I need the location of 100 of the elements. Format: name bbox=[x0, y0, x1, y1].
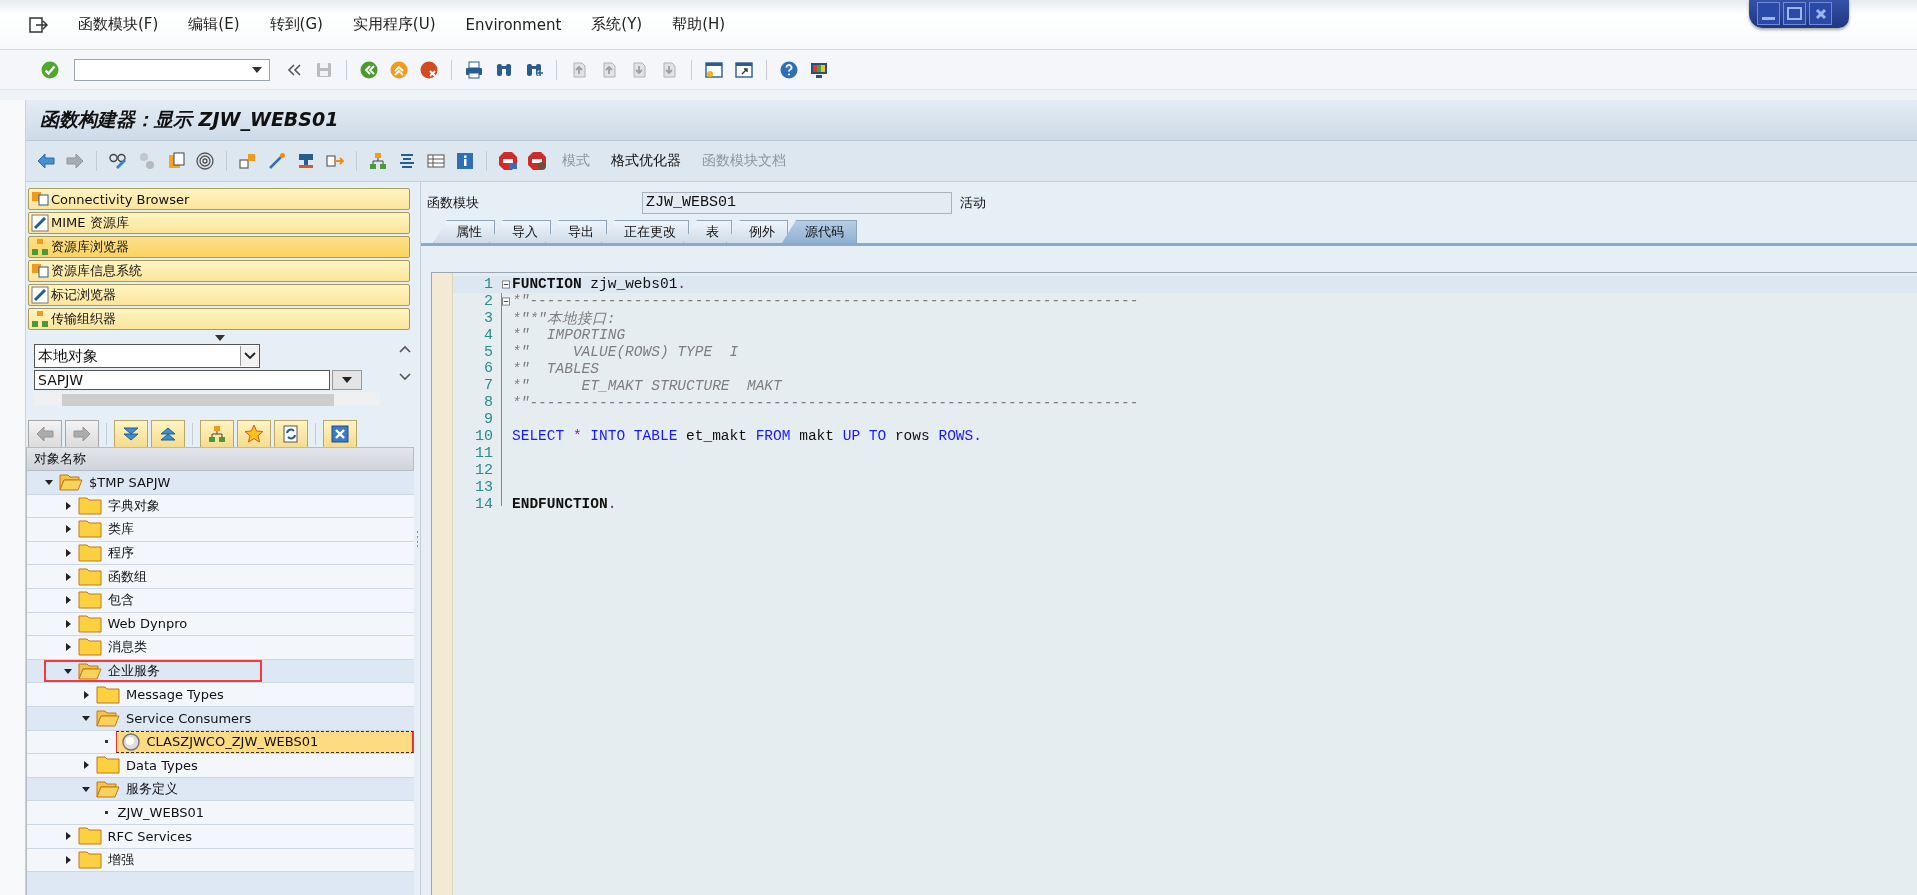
tab[interactable]: 导入 bbox=[489, 220, 551, 243]
command-field[interactable] bbox=[74, 58, 270, 81]
list-lines-icon[interactable] bbox=[397, 151, 417, 171]
clipboard-icon[interactable] bbox=[166, 151, 186, 171]
tree-item[interactable]: RFC Services bbox=[105, 827, 195, 845]
navigation-button[interactable]: MIME 资源库 bbox=[28, 212, 410, 234]
caret-down-icon[interactable] bbox=[82, 714, 90, 723]
tree-item[interactable]: 类库 bbox=[105, 519, 136, 540]
tree-item[interactable]: Data Types bbox=[124, 756, 200, 774]
caret-right-icon[interactable] bbox=[63, 572, 72, 581]
table-icon[interactable] bbox=[426, 151, 446, 171]
caret-down-icon[interactable] bbox=[63, 667, 72, 676]
help-icon[interactable] bbox=[779, 59, 799, 80]
shortcut-icon[interactable] bbox=[734, 59, 754, 80]
tree-item[interactable]: CLASZJWCO_ZJW_WEBS01 bbox=[115, 730, 414, 754]
menu-item[interactable]: 帮助(H) bbox=[672, 15, 726, 34]
toolbar-button[interactable]: 格式优化器 bbox=[603, 152, 689, 170]
collapse-icon[interactable] bbox=[502, 279, 510, 289]
menu-item[interactable]: 实用程序(U) bbox=[352, 15, 436, 34]
caret-right-icon[interactable] bbox=[63, 619, 72, 628]
menu-item[interactable]: Environment bbox=[465, 15, 562, 34]
menu-item[interactable]: 函数模块(F) bbox=[78, 15, 159, 34]
caret-right-icon[interactable] bbox=[63, 643, 72, 652]
tool-icon bbox=[31, 238, 49, 256]
folder-icon bbox=[77, 496, 102, 515]
stamp-icon[interactable] bbox=[296, 151, 316, 171]
dropdown-button[interactable] bbox=[332, 370, 362, 390]
caret-icon[interactable] bbox=[251, 65, 263, 74]
tree-item[interactable]: 消息类 bbox=[105, 637, 149, 658]
collapse-icon[interactable] bbox=[502, 296, 510, 306]
spiral-icon[interactable] bbox=[195, 151, 215, 171]
tree-item[interactable]: 字典对象 bbox=[105, 495, 162, 516]
tree-item[interactable]: Service Consumers bbox=[124, 709, 254, 727]
cancel-icon[interactable] bbox=[419, 59, 439, 80]
menu-item[interactable]: 转到(G) bbox=[269, 15, 323, 34]
tree-item[interactable]: Web Dynpro bbox=[105, 615, 190, 633]
tree-item[interactable]: 服务定义 bbox=[124, 779, 180, 799]
navigation-button[interactable]: 传输组织器 bbox=[28, 308, 410, 330]
code-line: *" IMPORTING bbox=[512, 327, 626, 344]
navigation-button[interactable]: 资源库浏览器 bbox=[28, 236, 410, 258]
tab[interactable]: 属性 bbox=[433, 220, 495, 243]
caret-down-icon[interactable] bbox=[82, 785, 90, 793]
menu-item[interactable]: 系统(Y) bbox=[591, 15, 643, 34]
menu-item[interactable]: 编辑(E) bbox=[188, 15, 240, 34]
field-label: 函数模块 bbox=[427, 194, 480, 212]
bullet-icon bbox=[104, 811, 108, 815]
wand-icon[interactable] bbox=[267, 151, 287, 171]
arrow-left-icon[interactable] bbox=[36, 151, 56, 171]
hierarchy-icon[interactable] bbox=[207, 424, 227, 444]
navigation-button[interactable]: Connectivity Browser bbox=[28, 188, 410, 210]
stop-screen-icon[interactable] bbox=[498, 151, 518, 171]
star-icon[interactable] bbox=[244, 424, 264, 444]
hierarchy-icon[interactable] bbox=[368, 151, 388, 171]
caret-right-icon[interactable] bbox=[82, 761, 90, 770]
function-module-field[interactable]: ZJW_WEBS01 bbox=[642, 192, 952, 214]
navigation-button[interactable]: 标记浏览器 bbox=[28, 284, 410, 306]
close-box-icon[interactable] bbox=[330, 424, 350, 444]
menu-icon[interactable] bbox=[28, 15, 48, 34]
caret-right-icon[interactable] bbox=[63, 855, 72, 864]
minimize-button[interactable] bbox=[1757, 2, 1780, 25]
caret-right-icon[interactable] bbox=[82, 690, 90, 699]
caret-down-icon[interactable] bbox=[45, 478, 53, 487]
caret-icon[interactable] bbox=[215, 335, 225, 341]
print-icon[interactable] bbox=[464, 59, 484, 80]
info-icon[interactable] bbox=[455, 151, 475, 171]
tree-item[interactable]: ZJW_WEBS01 bbox=[115, 804, 207, 822]
tree-item[interactable]: 程序 bbox=[105, 543, 136, 564]
caret-right-icon[interactable] bbox=[63, 501, 72, 510]
tree-item[interactable]: 企业服务 bbox=[105, 661, 162, 682]
tab[interactable]: 例外 bbox=[726, 220, 788, 243]
window-title: 函数构建器：显示 ZJW_WEBS01 bbox=[40, 107, 339, 133]
tab[interactable]: 源代码 bbox=[782, 220, 857, 243]
glasses-icon[interactable] bbox=[108, 151, 128, 171]
tool-icon bbox=[31, 262, 49, 280]
tree-item[interactable]: 包含 bbox=[105, 590, 136, 611]
stop-user-icon[interactable] bbox=[527, 151, 547, 171]
tab[interactable]: 导出 bbox=[545, 220, 607, 243]
caret-right-icon[interactable] bbox=[63, 596, 72, 605]
refresh-icon[interactable] bbox=[281, 424, 301, 444]
check-icon[interactable] bbox=[40, 59, 60, 80]
back-icon[interactable] bbox=[359, 59, 379, 80]
splitter-grip-icon[interactable] bbox=[415, 530, 419, 547]
object-name-field[interactable]: SAPJW bbox=[34, 370, 330, 390]
close-button[interactable] bbox=[1809, 2, 1832, 25]
caret-right-icon[interactable] bbox=[63, 549, 72, 558]
tree-item[interactable]: 增强 bbox=[105, 849, 136, 870]
horizontal-scrollbar[interactable] bbox=[34, 392, 380, 406]
object-type-dropdown[interactable]: 本地对象 bbox=[34, 344, 260, 368]
new-window-icon[interactable] bbox=[704, 59, 724, 80]
tree-item[interactable]: $TMP SAPJW bbox=[87, 473, 173, 491]
tab[interactable]: 正在更改 bbox=[601, 220, 689, 243]
tree-item[interactable]: Message Types bbox=[124, 686, 226, 704]
code-line: *"---------------------------------------------------------------------- bbox=[512, 394, 1139, 411]
tree-item[interactable]: 函数组 bbox=[105, 566, 149, 587]
caret-right-icon[interactable] bbox=[63, 832, 72, 841]
maximize-button[interactable] bbox=[1783, 2, 1806, 25]
caret-right-icon[interactable] bbox=[63, 525, 72, 534]
blocks-icon[interactable] bbox=[238, 151, 258, 171]
navigation-button[interactable]: 资源库信息系统 bbox=[28, 260, 410, 282]
tool-icon bbox=[31, 214, 49, 232]
